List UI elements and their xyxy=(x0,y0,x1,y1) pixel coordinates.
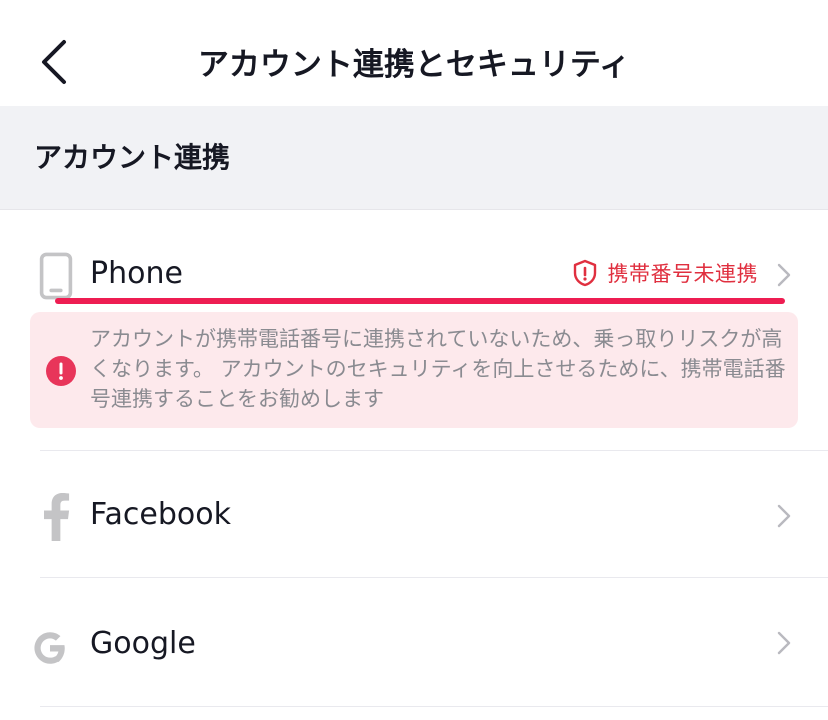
account-security-screen: アカウント連携とセキュリティ アカウント連携 Phone 携帯番号未連携 アカウ… xyxy=(0,0,828,720)
account-row-facebook[interactable]: Facebook xyxy=(0,451,828,577)
section-title: アカウント連携 xyxy=(34,141,231,174)
exclamation-circle-icon xyxy=(46,356,76,386)
warning-text: アカウントが携帯電話番号に連携されていないため、乗っ取りリスクが高くなります。 … xyxy=(90,327,786,411)
chevron-right-icon xyxy=(777,631,791,655)
account-row-google[interactable]: Google xyxy=(0,578,828,706)
phone-status[interactable]: 携帯番号未連携 xyxy=(572,258,759,288)
phone-status-text: 携帯番号未連携 xyxy=(607,262,758,286)
divider xyxy=(40,706,828,707)
warning-banner: アカウントが携帯電話番号に連携されていないため、乗っ取りリスクが高くなります。 … xyxy=(30,312,798,428)
highlight-underline xyxy=(55,298,785,304)
facebook-icon xyxy=(44,493,70,541)
account-label-google: Google xyxy=(90,626,196,661)
phone-icon xyxy=(39,252,73,300)
section-header: アカウント連携 xyxy=(0,106,828,210)
header: アカウント連携とセキュリティ xyxy=(0,0,828,106)
google-icon xyxy=(34,632,65,664)
chevron-right-icon xyxy=(777,504,791,528)
account-label-facebook: Facebook xyxy=(90,497,231,532)
account-label-phone: Phone xyxy=(90,256,183,291)
shield-alert-icon xyxy=(573,259,596,287)
chevron-right-icon[interactable] xyxy=(776,262,792,288)
